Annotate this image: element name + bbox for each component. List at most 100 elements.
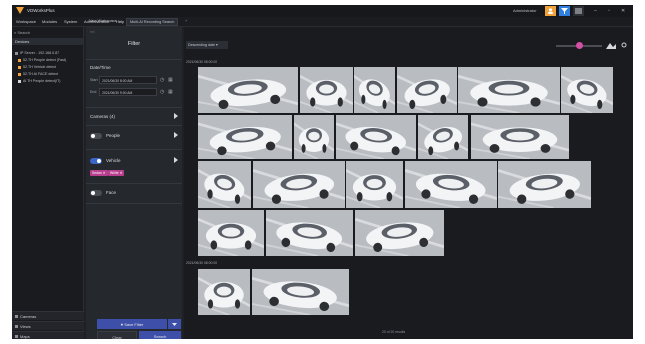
start-datetime-input[interactable]: 2021/06/30 8:00 AM — [99, 76, 157, 84]
calendar-icon[interactable]: ▦ — [168, 89, 174, 95]
cameras-filter[interactable]: Cameras (4) — [90, 114, 115, 119]
divider — [86, 125, 182, 126]
group-timestamp: 2021/06/30 08:00:00 — [186, 261, 218, 265]
result-thumbnail[interactable] — [458, 67, 560, 113]
camera-icon — [18, 72, 21, 76]
result-thumbnail[interactable] — [354, 67, 395, 113]
end-label: End — [90, 90, 97, 94]
divider — [86, 59, 182, 60]
views-icon — [15, 325, 18, 328]
nav-maps[interactable]: Maps — [12, 331, 84, 339]
result-thumbnail[interactable] — [346, 161, 403, 208]
close-button[interactable]: ✕ — [621, 8, 625, 14]
filter-icon — [561, 8, 568, 14]
vehicle-toggle[interactable] — [90, 158, 102, 164]
tree-camera-3[interactable]: 52.TH AI FACE detect — [18, 72, 58, 76]
camera-icon — [18, 79, 21, 83]
calendar-icon[interactable]: ▦ — [168, 77, 174, 83]
result-thumbnail[interactable] — [252, 269, 349, 315]
divider — [86, 149, 182, 150]
divider — [86, 183, 182, 184]
maximize-button[interactable]: ▫ — [608, 8, 610, 14]
filter-panel: << Filter Date/Time Start 2021/06/30 8:0… — [86, 27, 182, 339]
tree-server[interactable]: IP Server - 192.168.0.87 — [15, 51, 59, 55]
result-thumbnail[interactable] — [198, 210, 264, 256]
result-thumbnail[interactable] — [198, 269, 250, 315]
people-label: People — [106, 133, 121, 138]
chevron-right-icon[interactable] — [174, 113, 178, 119]
tree-camera-1[interactable]: 52.TH People detect (Fast) — [18, 58, 66, 62]
vehicle-label: Vehicle — [106, 158, 121, 163]
divider — [86, 107, 182, 108]
settings-button[interactable] — [573, 6, 584, 16]
chip-sedan[interactable]: Sedan ✕ — [90, 170, 108, 176]
tab-close-icon[interactable]: ✕ — [116, 18, 125, 26]
result-thumbnail[interactable] — [397, 67, 457, 113]
result-thumbnail[interactable] — [405, 161, 497, 208]
result-thumbnail[interactable] — [498, 161, 591, 208]
zoom-icon[interactable] — [606, 41, 616, 49]
devices-header[interactable]: Devices — [12, 38, 84, 45]
toggle-knob — [91, 191, 95, 195]
collapse-button[interactable]: << — [90, 29, 95, 34]
filter-button[interactable] — [559, 6, 570, 16]
result-thumbnail[interactable] — [561, 67, 613, 113]
tab-add-icon[interactable]: + — [182, 18, 190, 26]
result-thumbnail[interactable] — [253, 161, 345, 208]
clear-button[interactable]: Clear — [97, 331, 137, 339]
save-filter-button[interactable]: ♥ Save Filter — [97, 319, 167, 329]
end-datetime-input[interactable]: 2021/06/30 9:00 AM — [99, 88, 157, 96]
slider-handle[interactable] — [576, 42, 583, 49]
menu-system[interactable]: System — [64, 19, 77, 24]
user-name[interactable]: Administrator — [513, 8, 537, 13]
camera-icon — [18, 65, 21, 69]
result-thumbnail[interactable] — [198, 161, 251, 208]
start-datetime-row: Start 2021/06/30 8:00 AM ◷ ▦ — [90, 76, 176, 84]
app-title: VDWorksPlus — [27, 8, 55, 13]
camera-icon — [18, 58, 21, 62]
save-filter-dropdown[interactable] — [168, 319, 181, 329]
chip-white[interactable]: White ✕ — [108, 170, 125, 176]
divider — [86, 203, 182, 204]
app-window: VDWorksPlus Administrator – ▫ ✕ Workspac… — [12, 5, 633, 339]
result-thumbnail[interactable] — [300, 67, 353, 113]
clock-icon[interactable]: ◷ — [160, 77, 166, 83]
vehicle-chips: Sedan ✕ White ✕ — [90, 170, 170, 176]
logo-icon — [16, 7, 24, 14]
search-input[interactable]: ⌕ Search — [14, 30, 82, 36]
menu-workspace[interactable]: Workspace — [16, 19, 36, 24]
face-label: Face — [106, 190, 117, 195]
result-thumbnail[interactable] — [266, 210, 353, 256]
sort-dropdown[interactable]: Descending date ▾ — [186, 41, 228, 49]
tab-new-workspace[interactable]: New Workspace — [86, 18, 120, 26]
datetime-label: Date/Time — [90, 65, 111, 70]
maps-icon — [15, 335, 18, 338]
chevron-right-icon[interactable] — [174, 157, 178, 163]
people-toggle[interactable] — [90, 133, 102, 139]
minimize-button[interactable]: – — [594, 8, 597, 14]
device-panel: ⌕ Search Devices IP Server - 192.168.0.8… — [12, 27, 84, 339]
menu-modules[interactable]: Modules — [42, 19, 57, 24]
tree-camera-2[interactable]: 52.TH Vehicle detect — [18, 65, 56, 69]
settings-icon[interactable] — [621, 42, 627, 48]
result-thumbnail[interactable] — [471, 115, 569, 159]
result-thumbnail[interactable] — [336, 115, 416, 159]
result-thumbnail[interactable] — [198, 115, 292, 159]
result-thumbnail[interactable] — [355, 210, 444, 256]
dropdown-icon — [172, 323, 177, 326]
result-thumbnail[interactable] — [418, 115, 468, 159]
tab-recording-search[interactable]: Multi-AI Recording Search — [126, 18, 179, 26]
search-button[interactable]: Search — [139, 331, 181, 339]
clock-icon[interactable]: ◷ — [160, 89, 166, 95]
filter-title: Filter — [127, 41, 141, 47]
chevron-right-icon[interactable] — [174, 132, 178, 138]
nav-cameras[interactable]: Cameras — [12, 311, 84, 320]
toggle-knob — [91, 134, 95, 138]
face-toggle[interactable] — [90, 190, 102, 196]
user-button[interactable] — [545, 6, 556, 16]
result-thumbnail[interactable] — [294, 115, 334, 159]
result-thumbnail[interactable] — [198, 67, 298, 113]
settings-icon — [575, 8, 582, 14]
tree-camera-4[interactable]: Ai TH People detect(IT) — [18, 79, 60, 83]
nav-views[interactable]: Views — [12, 321, 84, 330]
